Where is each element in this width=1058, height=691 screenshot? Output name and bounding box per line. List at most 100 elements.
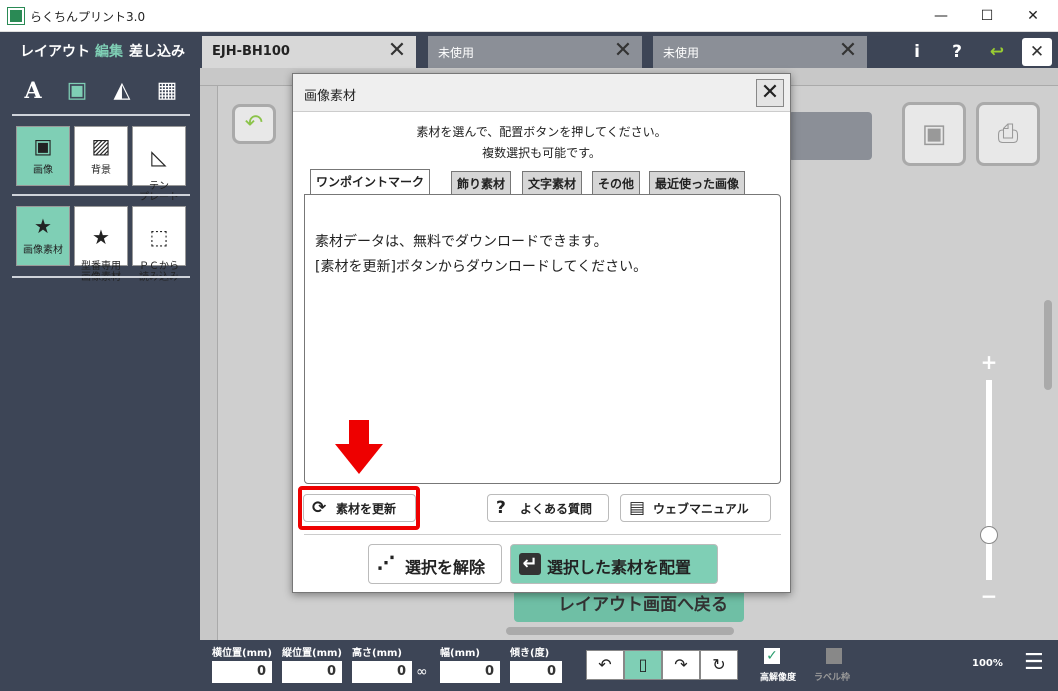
- height-field: 高さ(mm) 0: [352, 644, 412, 683]
- field-label: 縦位置(mm): [282, 648, 342, 659]
- menu-list-icon[interactable]: ☰: [1024, 650, 1044, 675]
- field-label: 横位置(mm): [212, 648, 272, 659]
- divider: [12, 114, 190, 116]
- button-label: 選択を解除: [405, 558, 486, 577]
- image-material-dialog: 画像素材 ✕ 素材を選んで、配置ボタンを押してください。 複数選択も可能です。 …: [292, 73, 791, 593]
- tab-decoration[interactable]: 飾り素材: [451, 171, 512, 194]
- tab-recent[interactable]: 最近使った画像: [649, 171, 746, 194]
- rotate-right-icon[interactable]: ↷: [662, 650, 700, 680]
- vertical-ruler: [200, 86, 218, 640]
- tool-background[interactable]: ▨ 背景: [74, 126, 128, 186]
- zoom-slider-handle[interactable]: [980, 526, 998, 544]
- tab-close-icon[interactable]: ✕: [384, 39, 410, 65]
- image-icon: ▣: [33, 134, 53, 158]
- tool-image-material[interactable]: ★ 画像素材: [16, 206, 70, 266]
- print-icon[interactable]: ⎙: [976, 102, 1040, 166]
- link-icon[interactable]: ∞: [416, 664, 428, 680]
- button-label: よくある質問: [520, 502, 593, 516]
- text-tool-icon[interactable]: A: [18, 78, 48, 104]
- dialog-close-icon[interactable]: ✕: [756, 79, 784, 107]
- image-tool-icon[interactable]: ▣: [62, 78, 92, 103]
- vertical-scrollbar[interactable]: [1044, 300, 1052, 390]
- canvas-undo-icon[interactable]: ↶: [232, 104, 276, 144]
- dialog-title-bar: 画像素材 ✕: [293, 74, 790, 112]
- tool-label: 画像: [33, 165, 53, 176]
- divider: [12, 276, 190, 278]
- tool-label: ＰＣから 読み込み: [139, 261, 179, 283]
- tool-template[interactable]: ◺ テン プレート: [132, 126, 186, 203]
- tab-close-icon[interactable]: ✕: [835, 39, 861, 65]
- mode-merge[interactable]: 差し込み: [129, 41, 185, 61]
- button-label: 選択した素材を配置: [547, 558, 692, 577]
- rotation-input[interactable]: 0: [510, 661, 562, 683]
- info-icon[interactable]: i: [902, 38, 932, 66]
- mode-edit[interactable]: 編集: [95, 41, 123, 61]
- tool-image[interactable]: ▣ 画像: [16, 126, 70, 186]
- zoom-out-icon[interactable]: −: [980, 584, 998, 608]
- deselect-button[interactable]: ⋰ 選択を解除: [368, 544, 502, 584]
- tab-label: 未使用: [663, 46, 700, 60]
- x-position-field: 横位置(mm) 0: [212, 644, 272, 683]
- tab-other[interactable]: その他: [592, 171, 641, 194]
- shape-tool-icon[interactable]: ◭: [107, 78, 137, 103]
- tool-model-material[interactable]: ★ 型番専用 画像素材: [74, 206, 128, 283]
- pc-icon: ⬚: [149, 225, 169, 249]
- background-icon: ▨: [91, 134, 111, 158]
- app-icon: [7, 7, 25, 25]
- y-position-field: 縦位置(mm) 0: [282, 644, 342, 683]
- height-input[interactable]: 0: [352, 661, 412, 683]
- orientation-normal-icon[interactable]: ▯: [624, 650, 662, 680]
- width-input[interactable]: 0: [440, 661, 500, 683]
- width-field: 幅(mm) 0: [440, 644, 500, 683]
- tab-label: EJH-BH100: [212, 44, 290, 59]
- tab-unused-2[interactable]: 未使用 ✕: [653, 36, 867, 68]
- rotation-field: 傾き(度) 0: [510, 644, 562, 683]
- rotate-left-icon[interactable]: ↶: [586, 650, 624, 680]
- lock-rotate-group[interactable]: [788, 112, 872, 160]
- save-icon[interactable]: ▣: [902, 102, 966, 166]
- tab-one-point-mark[interactable]: ワンポイントマーク: [310, 169, 431, 194]
- tab-label: 未使用: [438, 46, 475, 60]
- bottom-bar: 横位置(mm) 0 縦位置(mm) 0 高さ(mm) 0 ∞ 幅(mm) 0 傾…: [200, 640, 1058, 691]
- instruction-line-2: 複数選択も可能です。: [482, 146, 601, 160]
- y-position-input[interactable]: 0: [282, 661, 342, 683]
- download-message-2: [素材を更新]ボタンからダウンロードしてください。: [315, 259, 648, 275]
- tool-load-from-pc[interactable]: ⬚ ＰＣから 読み込み: [132, 206, 186, 283]
- tool-label: 型番専用 画像素材: [81, 261, 121, 283]
- place-selected-button[interactable]: ↵ 選択した素材を配置: [510, 544, 718, 584]
- zoom-slider-track[interactable]: [986, 380, 992, 580]
- help-icon[interactable]: ?: [942, 38, 972, 66]
- high-res-checkbox[interactable]: ✓: [764, 648, 780, 664]
- tab-close-icon[interactable]: ✕: [610, 39, 636, 65]
- tool-label: 画像素材: [23, 245, 63, 256]
- zoom-in-icon[interactable]: +: [980, 350, 998, 374]
- x-position-input[interactable]: 0: [212, 661, 272, 683]
- rotate-180-icon[interactable]: ↻: [700, 650, 738, 680]
- tab-unused-1[interactable]: 未使用 ✕: [428, 36, 642, 68]
- sidebar: A ▣ ◭ ▦ ▣ 画像 ▨ 背景 ◺ テン プレート ★ 画像素材 ★ 型番専…: [0, 68, 200, 641]
- window-title: らくちんプリント3.0: [30, 10, 146, 24]
- horizontal-scrollbar[interactable]: [506, 627, 734, 635]
- mode-layout[interactable]: レイアウト: [20, 41, 90, 61]
- instruction-line-1: 素材を選んで、配置ボタンを押してください。: [416, 125, 667, 139]
- qr-tool-icon[interactable]: ▦: [152, 78, 182, 103]
- faq-button[interactable]: ? よくある質問: [487, 494, 609, 522]
- window-close-button[interactable]: ✕: [1010, 0, 1056, 32]
- star-icon: ★: [34, 214, 52, 238]
- minimize-button[interactable]: —: [918, 0, 964, 32]
- maximize-button[interactable]: ☐: [964, 0, 1010, 32]
- tab-ejh-bh100[interactable]: EJH-BH100 ✕: [202, 36, 416, 68]
- label-frame-checkbox[interactable]: [826, 648, 842, 664]
- faq-icon: ?: [496, 498, 506, 518]
- highlight-box: [298, 486, 420, 530]
- undo-icon[interactable]: ↩: [982, 38, 1012, 66]
- high-res-label: 高解像度: [760, 673, 797, 683]
- zoom-level[interactable]: 100%: [972, 658, 1003, 669]
- web-manual-button[interactable]: ▤ ウェブマニュアル: [620, 494, 771, 522]
- dialog-divider: [304, 534, 781, 535]
- tool-label: テン プレート: [139, 181, 179, 203]
- tool-label: 背景: [91, 165, 111, 176]
- app-close-icon[interactable]: ✕: [1022, 38, 1052, 66]
- tab-character[interactable]: 文字素材: [522, 171, 583, 194]
- field-label: 高さ(mm): [352, 648, 402, 659]
